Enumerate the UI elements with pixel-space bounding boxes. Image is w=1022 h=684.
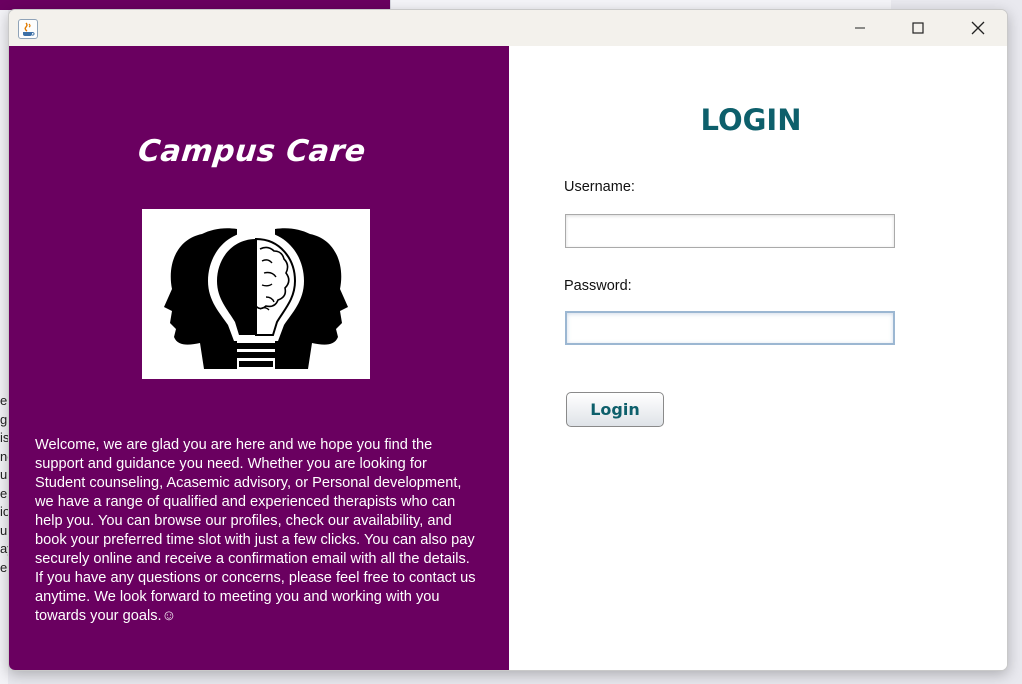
login-panel: LOGIN Username: Password: Login [509, 46, 1007, 670]
username-label: Username: [564, 179, 635, 195]
java-app-icon [18, 19, 38, 39]
app-title: Campus Care [136, 134, 368, 169]
password-label: Password: [564, 278, 632, 294]
maximize-button[interactable] [889, 10, 947, 46]
close-button[interactable] [949, 10, 1007, 46]
welcome-message: Welcome, we are glad you are here and we… [35, 437, 476, 624]
login-button[interactable]: Login [566, 392, 664, 427]
app-window: Campus Care Welcome, we are glad you are… [8, 9, 1008, 671]
welcome-panel: Campus Care Welcome, we are glad you are… [9, 46, 509, 670]
title-bar[interactable] [9, 10, 1007, 46]
background-window [0, 0, 8, 684]
head-lightbulb-brain-icon [142, 209, 370, 379]
minimize-button[interactable] [831, 10, 889, 46]
maximize-icon [912, 22, 924, 34]
close-icon [971, 21, 985, 35]
background-window-text: e g is no u e io u ay e [0, 393, 8, 575]
password-input[interactable] [565, 311, 895, 345]
minimize-icon [855, 27, 865, 29]
login-heading: LOGIN [700, 103, 802, 137]
username-input[interactable] [565, 214, 895, 248]
